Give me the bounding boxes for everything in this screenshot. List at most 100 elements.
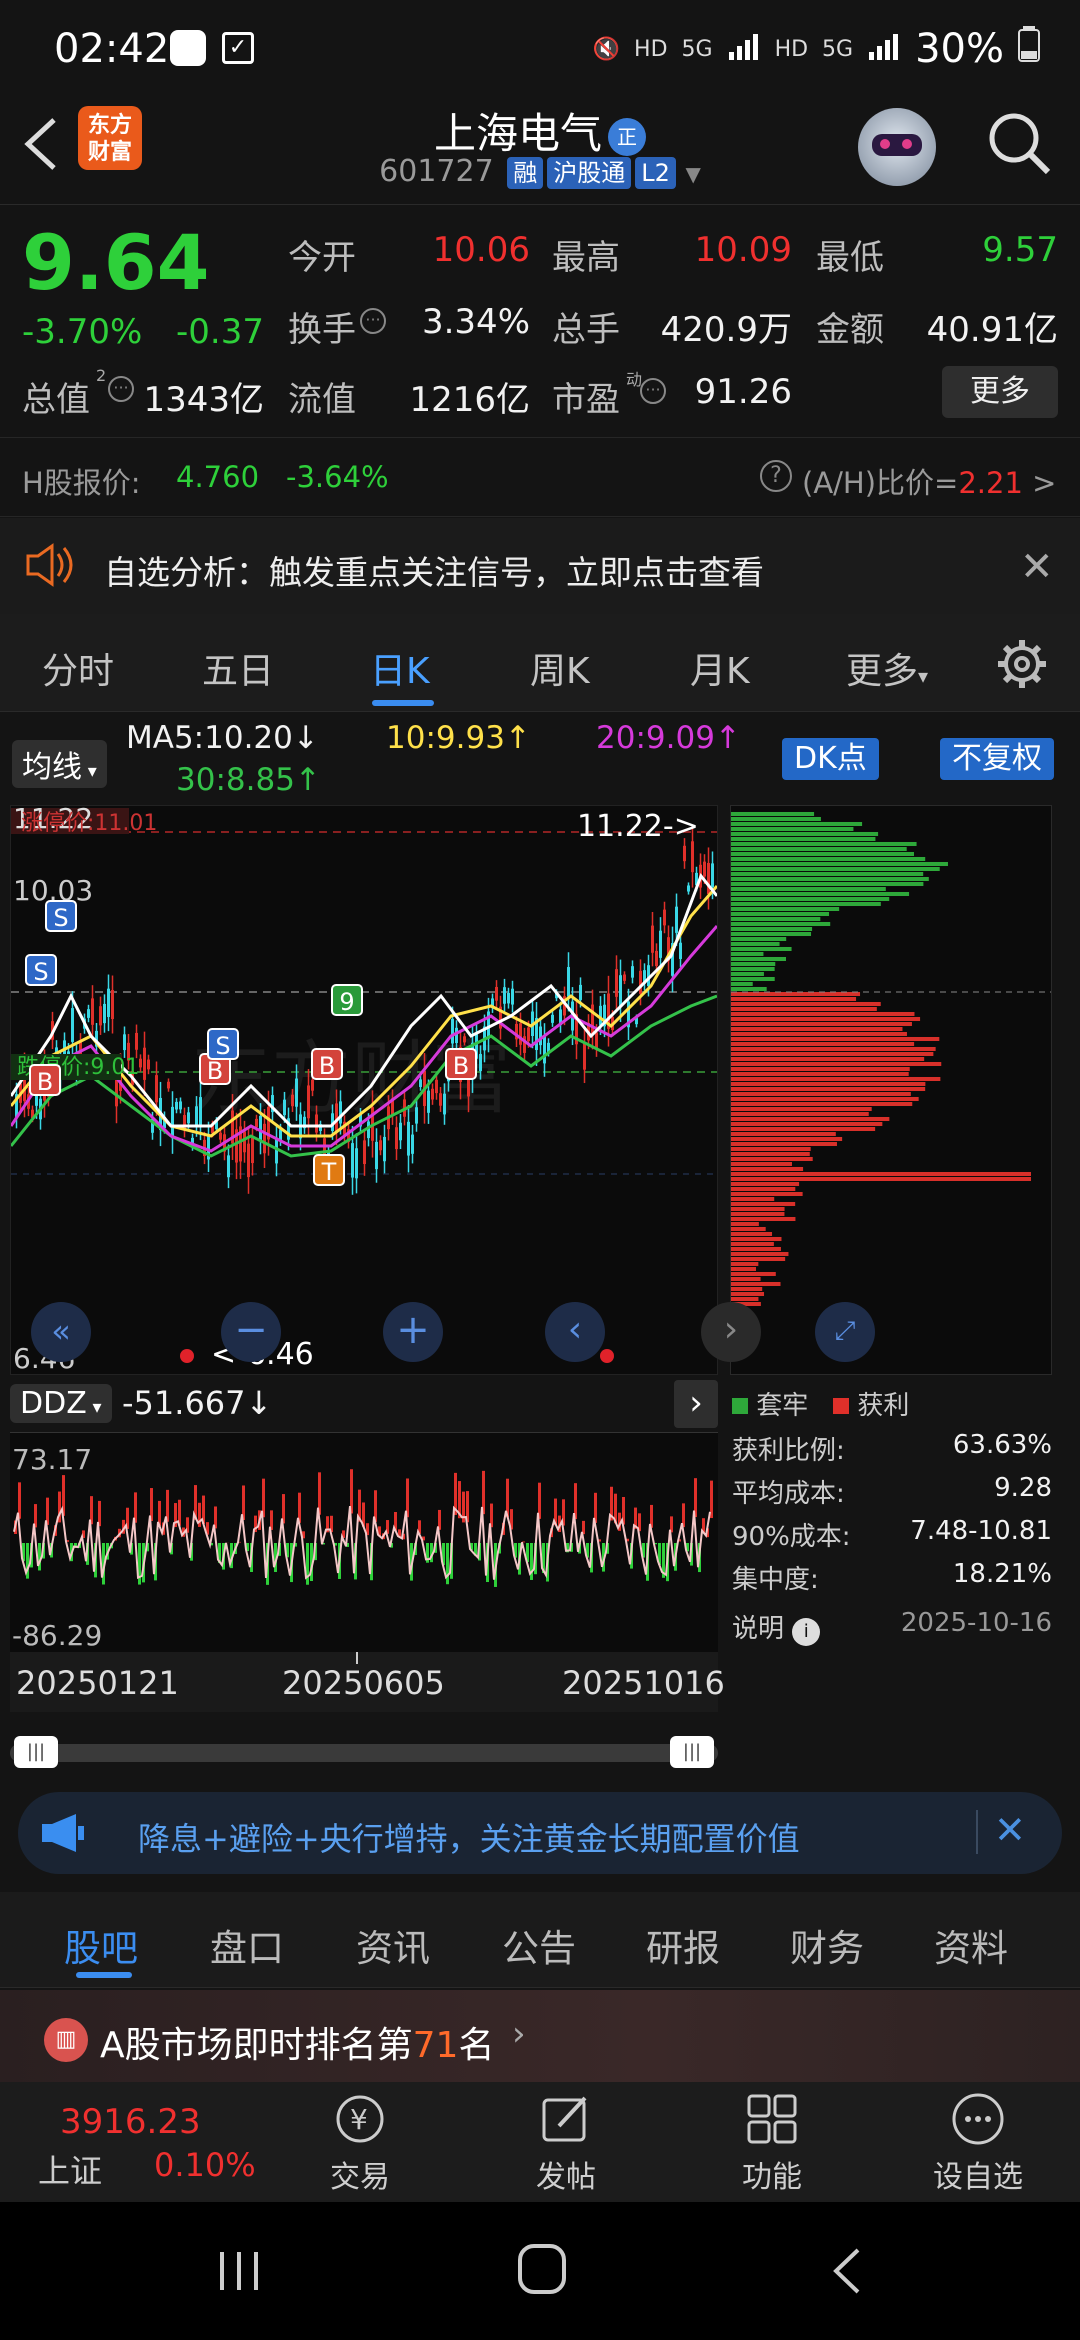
step-right-icon[interactable]: ›: [701, 1302, 761, 1362]
tab-financials[interactable]: 财务: [790, 1918, 864, 1972]
home-icon[interactable]: [516, 2242, 570, 2302]
chip-note-row[interactable]: 说明 i 2025-10-16: [732, 1608, 1052, 1651]
connect-tag: 沪股通: [547, 157, 632, 189]
nav-post[interactable]: 发帖: [506, 2092, 626, 2196]
ddz-chart[interactable]: 73.17 -86.29: [10, 1432, 718, 1652]
signal-marker[interactable]: B: [311, 1048, 343, 1080]
settings-icon[interactable]: [996, 638, 1048, 694]
chip-bar: [731, 922, 831, 926]
tab-research[interactable]: 研报: [646, 1918, 720, 1972]
tab-five-day[interactable]: 五日: [202, 642, 274, 694]
zoom-in-icon[interactable]: +: [383, 1302, 443, 1362]
page-left-icon[interactable]: «: [31, 1302, 91, 1362]
chip-bar: [731, 1122, 883, 1126]
chip-distribution[interactable]: › ⤢: [701, 805, 1052, 1375]
stock-header: 东方财富 上海电气正 601727 融沪股通 L2 ▼: [0, 100, 1080, 205]
indicator-selector-button[interactable]: DDZ ▾: [10, 1384, 112, 1423]
robot-assistant-icon[interactable]: [858, 108, 936, 186]
market-rank-row[interactable]: ▥ A股市场即时排名第71名 ›: [0, 1990, 1080, 2082]
index-name[interactable]: 上证: [38, 2146, 102, 2192]
hd-indicator-2: HD: [774, 36, 809, 62]
signal-marker[interactable]: B: [29, 1064, 61, 1096]
signal-marker[interactable]: B: [445, 1048, 477, 1080]
signal-marker[interactable]: S: [45, 900, 77, 932]
candle-body: [579, 984, 582, 1000]
tab-news[interactable]: 资讯: [356, 1918, 430, 1972]
tab-weekly-k[interactable]: 周K: [530, 642, 590, 694]
close-icon[interactable]: ✕: [994, 1808, 1026, 1852]
candle-body: [147, 1059, 150, 1070]
range-handle-right[interactable]: |||: [670, 1736, 714, 1768]
tab-intraday[interactable]: 分时: [42, 642, 114, 694]
nav-trade[interactable]: ¥ 交易: [300, 2092, 420, 2196]
tab-forum[interactable]: 股吧: [64, 1918, 138, 1972]
candle-body: [451, 1018, 454, 1044]
tab-daily-k[interactable]: 日K: [370, 642, 430, 694]
adjust-button[interactable]: 不复权: [940, 738, 1054, 780]
analysis-alert[interactable]: 自选分析：触发重点关注信号，立即点击查看 ✕: [0, 518, 1080, 614]
tab-order-book[interactable]: 盘口: [210, 1918, 284, 1972]
info-icon[interactable]: ···: [108, 376, 134, 402]
recent-apps-icon[interactable]: [214, 2246, 264, 2300]
nav-functions[interactable]: 功能: [712, 2092, 832, 2196]
signal-marker[interactable]: T: [313, 1154, 345, 1186]
low-value: 9.57: [982, 230, 1058, 270]
change-amount: -0.37: [176, 312, 264, 352]
range-handle-left[interactable]: |||: [14, 1736, 58, 1768]
nav-add-watchlist[interactable]: 设自选: [918, 2092, 1038, 2196]
candle-body: [143, 1047, 146, 1080]
h-share-row[interactable]: H股报价: 4.760 -3.64% ? (A/H)比价=2.21 >: [0, 437, 1080, 517]
candle-body: [295, 1078, 298, 1107]
tab-more[interactable]: 更多▾: [846, 642, 928, 694]
candle-body: [227, 1155, 230, 1178]
chip-bar: [731, 892, 910, 896]
zoom-out-icon[interactable]: −: [221, 1302, 281, 1362]
chip-bar: [731, 967, 775, 971]
candle-body: [651, 925, 654, 953]
low-label: 最低: [816, 238, 884, 278]
chip-bar: [731, 907, 840, 911]
chevron-right-icon[interactable]: ›: [674, 1380, 718, 1428]
turnover-value: 3.34%: [421, 302, 530, 342]
index-value[interactable]: 3916.23: [60, 2102, 201, 2142]
candle-body: [311, 1079, 314, 1091]
chip-bar: [731, 1082, 926, 1086]
chevron-right-icon: >: [1032, 466, 1057, 500]
step-left-icon[interactable]: ‹: [545, 1302, 605, 1362]
chip-bar: [731, 827, 854, 831]
help-icon[interactable]: ?: [760, 460, 792, 492]
ma-selector-button[interactable]: 均线 ▾: [12, 740, 107, 788]
signal-marker[interactable]: S: [207, 1028, 239, 1060]
tab-announcements[interactable]: 公告: [502, 1918, 576, 1972]
dk-point-button[interactable]: DK点: [782, 738, 879, 780]
close-icon[interactable]: ✕: [1020, 544, 1054, 590]
fullscreen-icon[interactable]: ⤢: [815, 1302, 875, 1362]
chip-bar: [731, 1167, 804, 1171]
ma5-value: MA5:10.20↓: [126, 720, 319, 756]
info-icon[interactable]: ···: [360, 308, 386, 334]
note-label: 说明: [732, 1614, 785, 1644]
more-button[interactable]: 更多: [942, 366, 1058, 418]
chip-bar: [731, 1022, 912, 1026]
tab-monthly-k[interactable]: 月K: [690, 642, 750, 694]
news-banner[interactable]: 降息+避险+央行增持，关注黄金长期配置价值 ✕: [18, 1792, 1062, 1874]
candle-body: [255, 1118, 258, 1128]
chip-bar: [731, 927, 813, 931]
range-scroller[interactable]: ||| |||: [10, 1736, 718, 1770]
k-line-chart[interactable]: 东方财富 11.22 涨停价:11.01 10.03 跌停价:9.01 6.46…: [9, 802, 719, 1375]
battery-percent: 30%: [915, 26, 1004, 72]
candle-body: [591, 1004, 594, 1035]
candle-body: [139, 1058, 142, 1068]
signal-marker[interactable]: 9: [331, 984, 363, 1016]
chip-bar: [731, 1187, 796, 1191]
chip-bar: [731, 1267, 757, 1271]
signal-marker[interactable]: S: [25, 954, 57, 986]
5g-indicator: 5G: [681, 36, 713, 62]
search-icon[interactable]: [984, 108, 1054, 182]
info-icon[interactable]: ···: [640, 378, 666, 404]
index-pct[interactable]: 0.10%: [154, 2146, 256, 2184]
tab-profile[interactable]: 资料: [934, 1918, 1008, 1972]
candle-body: [439, 1093, 442, 1106]
back-nav-icon[interactable]: [826, 2246, 866, 2300]
candle-body: [623, 974, 626, 981]
